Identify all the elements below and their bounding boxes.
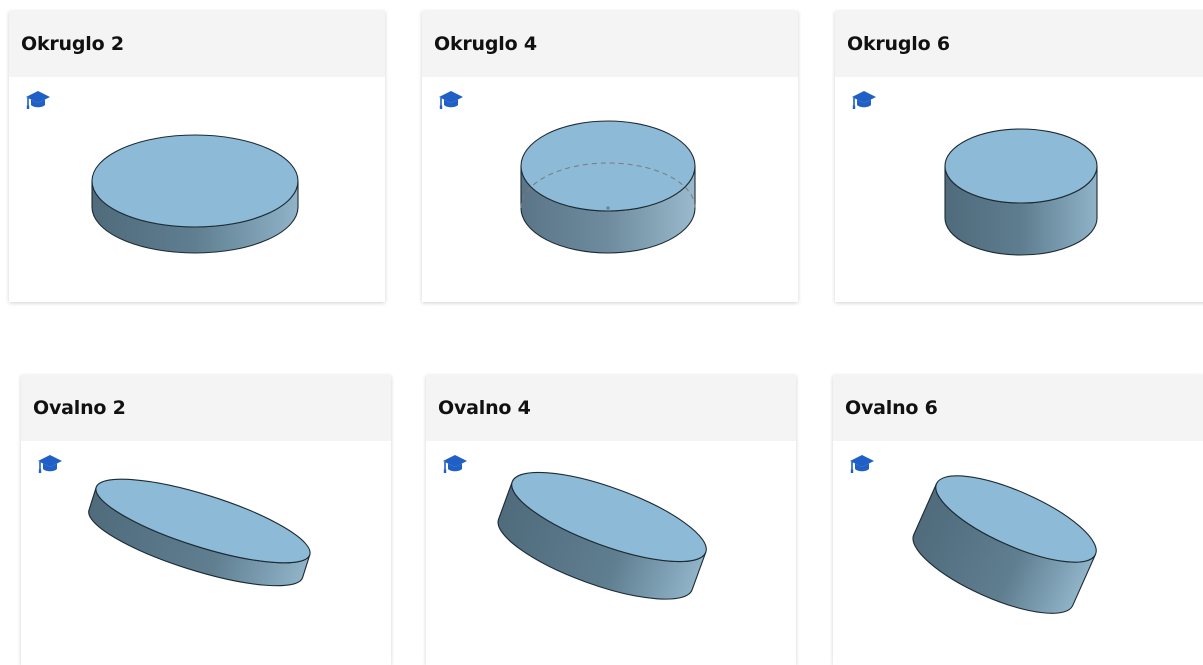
card-title: Ovalno 2 [33, 397, 126, 419]
card-title: Ovalno 6 [845, 397, 938, 419]
card-title: Okruglo 6 [847, 33, 950, 55]
card-header: Ovalno 2 [21, 375, 391, 441]
oval-medium-shape [497, 471, 707, 600]
card-title: Ovalno 4 [438, 397, 531, 419]
card-body [426, 441, 796, 665]
oval-tall-shape [912, 475, 1097, 614]
card-header: Okruglo 4 [422, 11, 798, 77]
oval-disc-shape [88, 478, 311, 587]
product-card-ovalno-6[interactable]: Ovalno 6 [833, 375, 1203, 665]
card-body [21, 441, 391, 665]
product-card-okruglo-4[interactable]: Okruglo 4 [422, 11, 798, 302]
card-title: Okruglo 2 [21, 33, 124, 55]
product-card-okruglo-6[interactable]: Okruglo 6 [835, 11, 1203, 302]
card-body [833, 441, 1203, 665]
card-header: Okruglo 2 [9, 11, 385, 77]
card-title: Okruglo 4 [434, 33, 537, 55]
product-card-ovalno-4[interactable]: Ovalno 4 [426, 375, 796, 665]
round-disc-shape [91, 134, 299, 254]
card-header: Okruglo 6 [835, 11, 1203, 77]
round-cylinder-shape [944, 128, 1098, 256]
card-body [835, 77, 1203, 302]
product-card-ovalno-2[interactable]: Ovalno 2 [21, 375, 391, 665]
card-body [422, 77, 798, 302]
product-card-okruglo-2[interactable]: Okruglo 2 [9, 11, 385, 302]
card-body [9, 77, 385, 302]
card-header: Ovalno 4 [426, 375, 796, 441]
card-header: Ovalno 6 [833, 375, 1203, 441]
round-cup-shape [520, 120, 696, 254]
